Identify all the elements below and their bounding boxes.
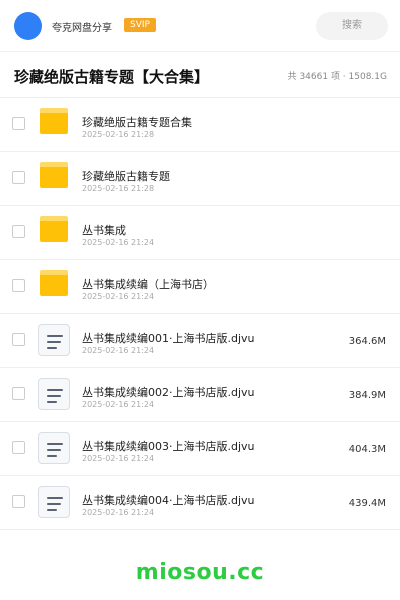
folder-icon [40,162,68,188]
file-date: 2025-02-16 21:28 [82,130,155,139]
app-name: 夸克网盘分享 [52,23,112,34]
file-size: 439.4M [348,498,386,509]
file-name: 丛书集成续编002·上海书店版.djvu [82,386,255,399]
row-checkbox[interactable] [12,333,25,346]
folder-icon [40,108,68,134]
list-item[interactable]: 珍藏绝版古籍专题 2025-02-16 21:28 [0,152,400,206]
avatar[interactable] [14,12,42,40]
header-bar: 夸克网盘分享 SVIP 搜索 [0,0,400,52]
file-name: 丛书集成续编004·上海书店版.djvu [82,494,255,507]
page-title: 珍藏绝版古籍专题【大合集】 [14,68,210,86]
watermark: miosou.cc [135,560,265,585]
file-name: 珍藏绝版古籍专题 [82,170,170,183]
file-date: 2025-02-16 21:24 [82,508,155,517]
file-name: 丛书集成续编003·上海书店版.djvu [82,440,255,453]
row-checkbox[interactable] [12,225,25,238]
list-item[interactable]: 丛书集成续编004·上海书店版.djvu 2025-02-16 21:24 43… [0,476,400,530]
row-checkbox[interactable] [12,387,25,400]
list-item[interactable]: 丛书集成续编002·上海书店版.djvu 2025-02-16 21:24 38… [0,368,400,422]
row-checkbox[interactable] [12,171,25,184]
file-name: 丛书集成续编（上海书店） [82,278,214,291]
row-checkbox[interactable] [12,117,25,130]
title-bar: 珍藏绝版古籍专题【大合集】 共 34661 项 · 1508.1G [0,52,400,98]
file-name: 珍藏绝版古籍专题合集 [82,116,192,129]
share-stats: 共 34661 项 · 1508.1G [287,72,387,82]
file-date: 2025-02-16 21:24 [82,238,155,247]
file-date: 2025-02-16 21:24 [82,346,155,355]
row-checkbox[interactable] [12,495,25,508]
list-item[interactable]: 丛书集成续编001·上海书店版.djvu 2025-02-16 21:24 36… [0,314,400,368]
file-date: 2025-02-16 21:24 [82,454,155,463]
document-icon [38,378,70,410]
row-checkbox[interactable] [12,279,25,292]
folder-icon [40,270,68,296]
document-icon [38,432,70,464]
list-item[interactable]: 珍藏绝版古籍专题合集 2025-02-16 21:28 [0,98,400,152]
file-size: 384.9M [348,390,386,401]
list-item[interactable]: 丛书集成续编（上海书店） 2025-02-16 21:24 [0,260,400,314]
file-name: 丛书集成续编001·上海书店版.djvu [82,332,255,345]
row-checkbox[interactable] [12,441,25,454]
document-icon [38,324,70,356]
file-date: 2025-02-16 21:24 [82,400,155,409]
file-size: 404.3M [348,444,386,455]
list-item[interactable]: 丛书集成续编003·上海书店版.djvu 2025-02-16 21:24 40… [0,422,400,476]
file-date: 2025-02-16 21:24 [82,292,155,301]
folder-icon [40,216,68,242]
file-name: 丛书集成 [82,224,126,237]
svip-badge: SVIP [124,18,156,32]
file-list: 珍藏绝版古籍专题合集 2025-02-16 21:28 珍藏绝版古籍专题 202… [0,98,400,530]
list-item[interactable]: 丛书集成 2025-02-16 21:24 [0,206,400,260]
document-icon [38,486,70,518]
search-button[interactable]: 搜索 [316,12,388,40]
file-date: 2025-02-16 21:28 [82,184,155,193]
file-size: 364.6M [348,336,386,347]
